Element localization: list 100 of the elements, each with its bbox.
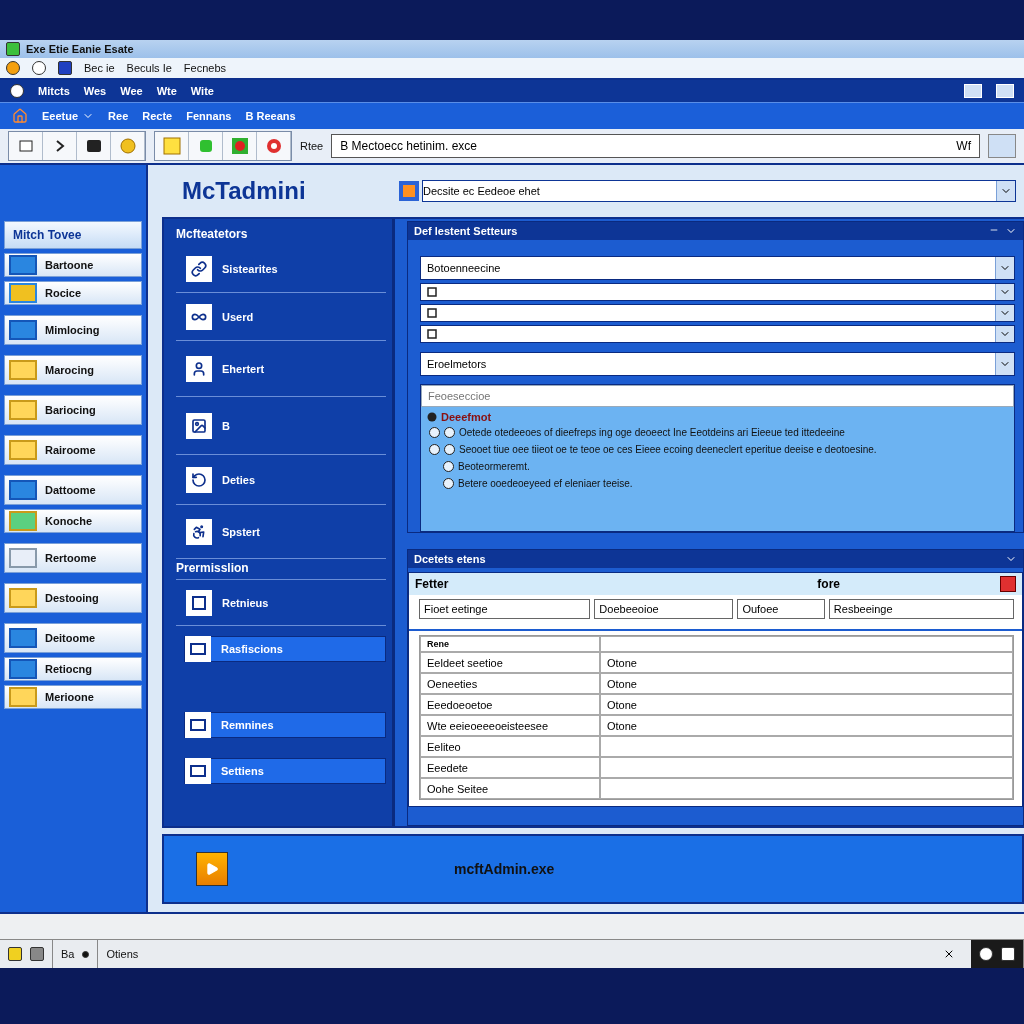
folder-icon[interactable] <box>8 947 22 961</box>
menu-item[interactable]: Bec ie <box>84 62 115 74</box>
table-cell: Eeedete <box>420 757 600 778</box>
table-cell: Wte eeieoeeeoeisteesee <box>420 715 600 736</box>
status-dot <box>82 950 90 958</box>
sidebar-title: Mitch Tovee <box>4 221 142 249</box>
dropdown[interactable] <box>420 325 1015 343</box>
folder-icon <box>9 588 37 608</box>
file-icon <box>427 329 437 339</box>
circle-icon[interactable] <box>32 61 46 75</box>
radio-button[interactable] <box>444 427 455 438</box>
sidebar-item[interactable]: Rocice <box>4 281 142 305</box>
nav-button[interactable]: Remnines <box>184 712 386 738</box>
input-field[interactable]: Resbeeinge <box>828 599 1014 619</box>
sidebar-item[interactable]: Konoche <box>4 509 142 533</box>
force-checkbox[interactable] <box>1000 576 1016 592</box>
section-heading: Prermisslion <box>176 559 386 580</box>
menu-item[interactable]: Wee <box>120 85 143 97</box>
status-text: Otiens <box>106 948 139 960</box>
folder-icon <box>9 440 37 460</box>
input-field[interactable]: Doebeeoioe <box>594 599 734 619</box>
panel-icon <box>185 758 211 784</box>
target-icon <box>265 138 282 154</box>
nav-item[interactable]: Sistearites <box>176 245 386 293</box>
folder-icon <box>9 360 37 380</box>
infinity-icon <box>186 303 212 330</box>
nav-item[interactable]: Userd <box>176 293 386 341</box>
nav-item[interactable]: Ree <box>108 110 129 122</box>
circle-icon[interactable] <box>10 84 24 98</box>
input-field[interactable]: Fioet eetinge <box>419 599 591 619</box>
nav-item[interactable]: Deties <box>176 455 386 505</box>
close-icon[interactable] <box>943 948 955 960</box>
menu-item[interactable]: Beculs Ie <box>126 62 172 74</box>
sidebar-item[interactable]: Dattoome <box>4 475 142 505</box>
circle-icon[interactable] <box>979 947 993 961</box>
filter-field[interactable]: Feoeseccioe <box>421 385 1014 407</box>
sidebar-item[interactable]: Marocing <box>4 355 142 385</box>
menu-item[interactable]: Wte <box>156 85 177 97</box>
option-icon <box>427 412 437 422</box>
sidebar-item[interactable]: Bariocing <box>4 395 142 425</box>
chevron-icon <box>54 140 65 152</box>
input-field[interactable]: Oufoee <box>737 599 825 619</box>
radio-button[interactable] <box>429 444 440 455</box>
sidebar-item[interactable]: Merioone <box>4 685 142 709</box>
note-icon <box>162 137 181 155</box>
image-icon <box>186 412 212 439</box>
sidebar-item[interactable]: Bartoone <box>4 253 142 277</box>
person-icon <box>186 518 212 545</box>
nav-item[interactable]: Spstert <box>176 505 386 559</box>
nav-button[interactable]: Rasfiscions <box>184 636 386 662</box>
nav-item[interactable]: Recte <box>142 110 173 122</box>
sidebar-item[interactable]: Destooing <box>4 583 142 613</box>
sidebar-item[interactable]: Deitoome <box>4 623 142 653</box>
nav-item[interactable]: Retnieus <box>176 580 386 626</box>
nav-item[interactable]: Ehertert <box>176 341 386 397</box>
dropdown[interactable] <box>420 304 1015 322</box>
nav-item[interactable]: B Reeans <box>245 110 296 122</box>
radio-button[interactable] <box>444 444 455 455</box>
frame-icon <box>186 589 212 616</box>
nav-item[interactable]: Eeetue <box>42 110 95 122</box>
radio-button[interactable] <box>443 461 454 472</box>
option-text: Betere ooedeoeyeed ef eleniaer teeise. <box>458 478 633 489</box>
address-label: Rtee <box>300 140 324 152</box>
go-button[interactable] <box>988 134 1016 158</box>
link-icon <box>186 255 212 282</box>
sidebar-item[interactable]: Rertoome <box>4 543 142 573</box>
sidebar-item[interactable]: Retiocng <box>4 657 142 681</box>
app-icon <box>6 42 20 56</box>
table-cell: Oohe Seitee <box>420 778 600 799</box>
menu-item[interactable]: Fecnebs <box>183 62 227 74</box>
coin-icon <box>119 138 136 154</box>
column-header: Rene <box>420 636 600 652</box>
table-cell: Oeneeties <box>420 673 600 694</box>
square-icon[interactable] <box>1001 947 1015 961</box>
sidebar-item[interactable]: Rairoome <box>4 435 142 465</box>
radio-button[interactable] <box>429 427 440 438</box>
menu-item[interactable]: Wite <box>190 85 214 97</box>
nav-item[interactable]: Fennans <box>186 110 232 122</box>
radio-button[interactable] <box>443 478 454 489</box>
table-cell: Otone <box>600 673 1013 694</box>
circle-icon[interactable] <box>6 61 20 75</box>
options-heading: Deeefmot <box>441 411 492 423</box>
sidebar-item[interactable]: Mimlocing <box>4 315 142 345</box>
file-icon <box>427 287 437 297</box>
square-icon <box>198 139 213 153</box>
play-button[interactable] <box>196 852 228 886</box>
app-title: McTadmini <box>182 177 307 205</box>
address-field[interactable]: B Mectoecc hetinim. exce Wf <box>331 134 980 158</box>
dropdown[interactable] <box>420 283 1015 301</box>
filter-label: Fetter <box>415 577 449 591</box>
option-text: Oetede otedeeoes of dieefreps ing oge deoeect Ine Eeotdeins ari Eieeue ted ittedeeine <box>459 427 845 438</box>
dropdown[interactable]: Botoenneecine <box>420 256 1015 280</box>
dropdown[interactable]: Eroelmetors <box>420 352 1015 376</box>
nav-button[interactable]: Settiens <box>184 758 386 784</box>
nav-item[interactable]: B <box>176 397 386 455</box>
menu-item[interactable]: Mitcts <box>38 85 70 97</box>
undo-icon <box>186 466 212 493</box>
folder-icon <box>9 687 37 707</box>
table-cell: Otone <box>600 652 1013 673</box>
menu-item[interactable]: Wes <box>83 85 107 97</box>
